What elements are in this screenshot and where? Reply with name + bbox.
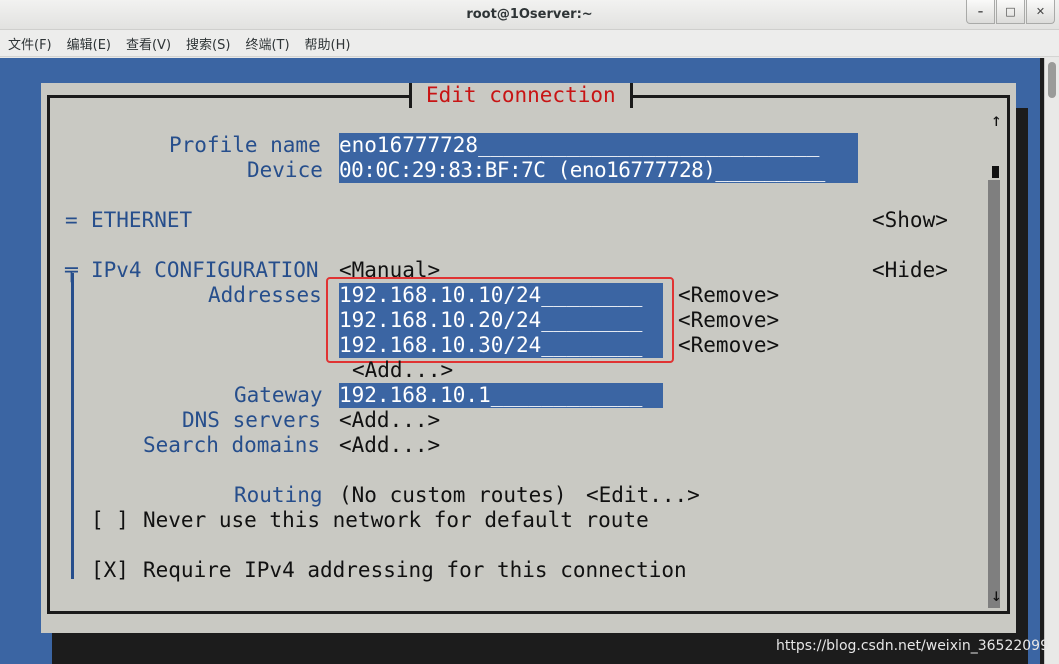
address-remove-button-3[interactable]: <Remove> — [678, 333, 779, 358]
dialog-shadow-right — [1016, 108, 1028, 664]
menu-file[interactable]: 文件(F) — [8, 34, 52, 53]
minimize-button[interactable]: – — [966, 0, 995, 24]
menu-help[interactable]: 帮助(H) — [305, 34, 351, 53]
menu-edit[interactable]: 编辑(E) — [67, 34, 111, 53]
address-remove-button-2[interactable]: <Remove> — [678, 308, 779, 333]
search-domains-label: Search domains — [143, 433, 321, 457]
ipv4-section-line — [71, 273, 74, 579]
ipv4-hide-button[interactable]: <Hide> — [872, 258, 948, 283]
profile-name-label: Profile name — [169, 133, 321, 157]
ethernet-show-button[interactable]: <Show> — [872, 208, 948, 233]
ethernet-label: ETHERNET — [91, 208, 193, 232]
scroll-down-arrow-icon[interactable]: ↓ — [991, 583, 1002, 608]
menu-search[interactable]: 搜索(S) — [186, 34, 230, 53]
routing-edit-button[interactable]: <Edit...> — [586, 483, 700, 508]
add-address-button[interactable]: <Add...> — [352, 358, 453, 383]
dns-servers-label: DNS servers — [182, 408, 322, 432]
device-label: Device — [247, 158, 323, 182]
close-button[interactable]: ✕ — [1026, 0, 1055, 24]
never-default-checkbox[interactable]: [ ] — [91, 508, 129, 533]
terminal-scrollbar-thumb[interactable] — [1048, 62, 1056, 98]
menu-view[interactable]: 查看(V) — [126, 34, 171, 53]
menu-terminal[interactable]: 终端(T) — [245, 34, 289, 53]
window-title: root@1Oserver:~ — [466, 7, 593, 22]
edit-connection-dialog: Edit connection Profile name eno16777728… — [41, 83, 1016, 633]
watermark: https://blog.csdn.net/weixin_36522099 — [775, 638, 1049, 654]
terminal-area[interactable]: Edit connection Profile name eno16777728… — [0, 58, 1059, 664]
ipv4-label: IPv4 CONFIGURATION — [91, 258, 319, 282]
window-controls: – □ ✕ — [965, 0, 1055, 24]
window-titlebar[interactable]: root@1Oserver:~ – □ ✕ — [0, 0, 1059, 30]
require-ipv4-checkbox[interactable]: [X] — [91, 558, 129, 583]
never-default-label: Never use this network for default route — [143, 508, 649, 532]
dns-add-button[interactable]: <Add...> — [339, 408, 440, 433]
addresses-label: Addresses — [208, 283, 322, 307]
search-domains-add-button[interactable]: <Add...> — [339, 433, 440, 458]
profile-name-input[interactable]: eno16777728___________________________ — [339, 133, 858, 158]
require-ipv4-label: Require IPv4 addressing for this connect… — [143, 558, 687, 582]
device-input[interactable]: 00:0C:29:83:BF:7C (eno16777728)_________ — [339, 158, 858, 183]
routing-value: (No custom routes) — [339, 483, 567, 507]
maximize-button[interactable]: □ — [996, 0, 1025, 24]
dialog-scroll-thumb[interactable] — [992, 166, 999, 178]
address-remove-button-1[interactable]: <Remove> — [678, 283, 779, 308]
dialog-scroll-track[interactable] — [988, 180, 1000, 608]
addresses-highlight-box — [326, 277, 674, 363]
gateway-label: Gateway — [234, 383, 323, 407]
gateway-input[interactable]: 192.168.10.1____________ — [339, 383, 663, 408]
dialog-title: Edit connection — [409, 83, 633, 108]
terminal-scrollbar[interactable] — [1044, 58, 1059, 664]
menubar: 文件(F) 编辑(E) 查看(V) 搜索(S) 终端(T) 帮助(H) — [0, 30, 1059, 57]
ethernet-marker: = — [65, 208, 78, 232]
scroll-up-arrow-icon[interactable]: ↑ — [991, 108, 1002, 133]
routing-label: Routing — [234, 483, 323, 507]
